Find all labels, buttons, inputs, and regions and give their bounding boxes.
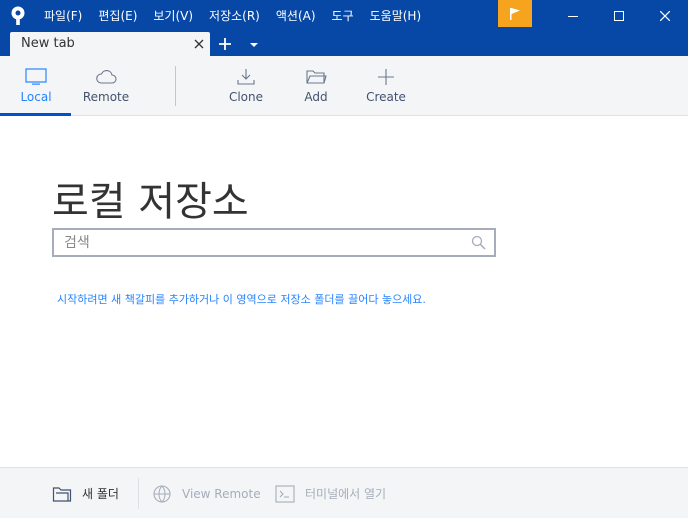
minimize-button[interactable]: [550, 0, 596, 32]
toolbar-divider: [175, 66, 176, 106]
maximize-icon: [614, 11, 624, 21]
flag-icon: [510, 7, 520, 20]
clone-button[interactable]: Clone: [222, 56, 270, 116]
tab-title: New tab: [21, 36, 75, 51]
create-button[interactable]: Create: [362, 56, 410, 116]
view-remote-button[interactable]: View Remote: [152, 468, 261, 518]
menu-bar: 파일(F) 편집(E) 보기(V) 저장소(R) 액션(A) 도구 도움말(H): [36, 0, 429, 32]
add-label: Add: [304, 90, 328, 104]
menu-help[interactable]: 도움말(H): [362, 0, 430, 32]
tab-row: New tab: [0, 32, 688, 56]
menu-tools[interactable]: 도구: [324, 0, 362, 32]
plus-icon: [378, 69, 394, 85]
search-input[interactable]: [64, 230, 464, 255]
title-bar: 파일(F) 편집(E) 보기(V) 저장소(R) 액션(A) 도구 도움말(H): [0, 0, 688, 32]
terminal-icon: [275, 484, 295, 503]
folder-icon: [306, 70, 327, 84]
menu-file[interactable]: 파일(F): [36, 0, 90, 32]
bottom-divider: [138, 478, 139, 509]
flag-button[interactable]: [498, 0, 532, 27]
chevron-down-icon[interactable]: [249, 41, 259, 49]
menu-repository[interactable]: 저장소(R): [201, 0, 268, 32]
page-title: 로컬 저장소: [52, 179, 249, 225]
tab-new-tab[interactable]: New tab: [10, 32, 210, 56]
download-icon: [237, 69, 255, 85]
local-button[interactable]: Local: [12, 56, 60, 116]
toolbar: Local Remote Clone Add Create: [0, 56, 688, 116]
add-button[interactable]: Add: [292, 56, 340, 116]
create-label: Create: [366, 90, 406, 104]
close-icon: [660, 11, 670, 21]
local-label: Local: [20, 90, 52, 104]
view-remote-label: View Remote: [182, 486, 261, 501]
remote-button[interactable]: Remote: [82, 56, 130, 116]
maximize-button[interactable]: [596, 0, 642, 32]
open-terminal-button[interactable]: 터미널에서 열기: [275, 468, 386, 518]
monitor-icon: [25, 68, 47, 85]
menu-actions[interactable]: 액션(A): [268, 0, 324, 32]
app-logo-icon: [11, 6, 25, 25]
tab-close-icon[interactable]: [192, 37, 206, 51]
bottom-bar: 새 폴더 View Remote 터미널에서 열기: [0, 467, 688, 518]
search-icon: [471, 235, 486, 250]
new-folder-label: 새 폴더: [82, 487, 119, 501]
cloud-icon: [96, 70, 117, 84]
menu-edit[interactable]: 편집(E): [90, 0, 145, 32]
empty-hint: 시작하려면 새 책갈피를 추가하거나 이 영역으로 저장소 폴더를 끌어다 놓으…: [57, 293, 426, 306]
main-panel: 로컬 저장소 시작하려면 새 책갈피를 추가하거나 이 영역으로 저장소 폴더를…: [0, 117, 688, 467]
menu-view[interactable]: 보기(V): [145, 0, 201, 32]
plus-icon[interactable]: [216, 35, 234, 53]
clone-label: Clone: [228, 90, 264, 104]
remote-label: Remote: [82, 90, 130, 104]
search-box[interactable]: [52, 228, 496, 257]
open-terminal-label: 터미널에서 열기: [305, 487, 387, 501]
close-window-button[interactable]: [642, 0, 688, 32]
new-folder-button[interactable]: 새 폴더: [52, 468, 119, 518]
local-active-indicator: [0, 113, 71, 116]
globe-icon: [153, 484, 171, 503]
minimize-icon: [568, 16, 578, 17]
folder-icon: [52, 486, 72, 502]
